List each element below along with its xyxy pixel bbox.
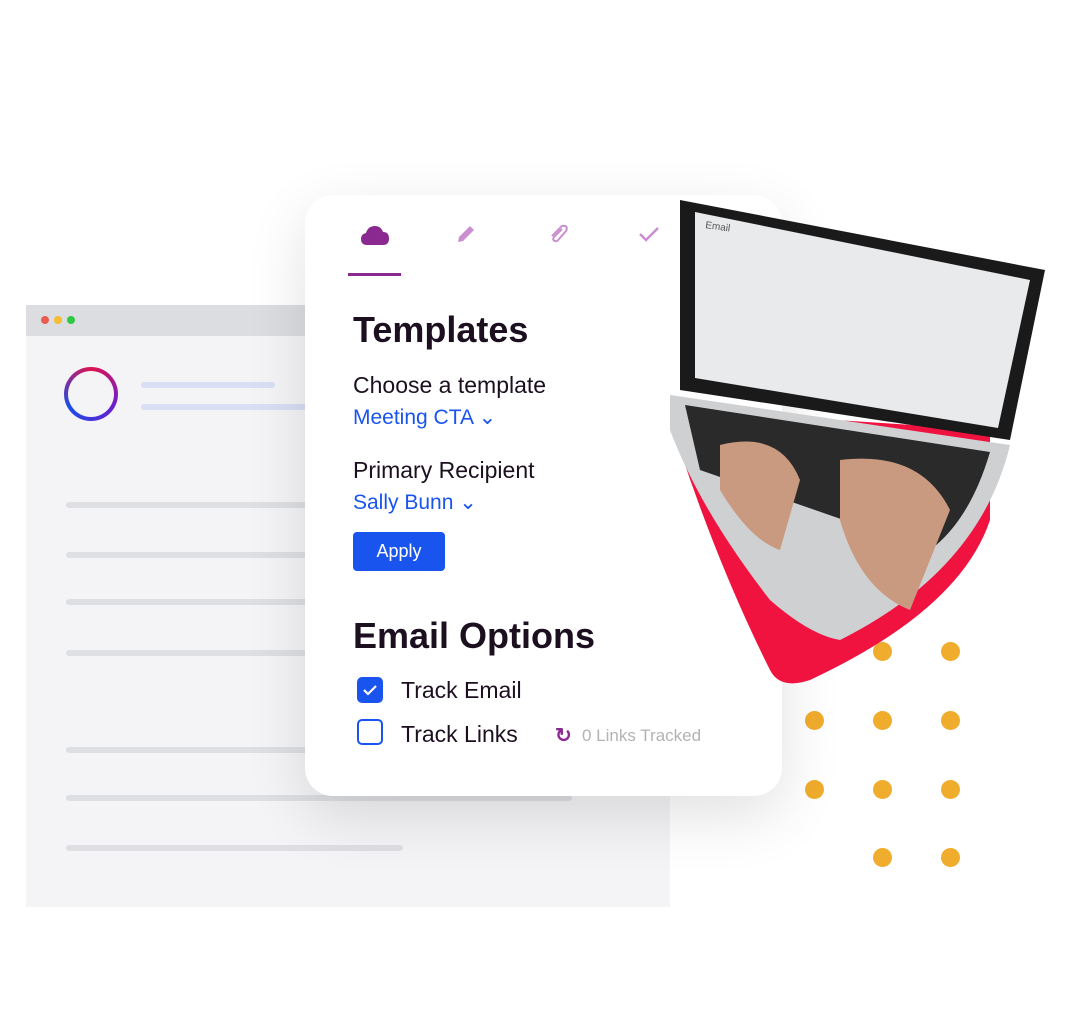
recipient-value: Sally Bunn — [353, 491, 454, 514]
placeholder-line — [66, 747, 326, 753]
links-tracked-count: 0 Links Tracked — [582, 726, 702, 745]
avatar-ring — [64, 367, 118, 421]
close-dot — [41, 316, 49, 324]
dot — [873, 848, 892, 867]
dot — [805, 780, 824, 799]
placeholder-line — [66, 845, 403, 851]
chevron-down-icon: ⌄ — [459, 491, 477, 514]
template-value: Meeting CTA — [353, 406, 473, 429]
recipient-dropdown[interactable]: Sally Bunn ⌄ — [353, 490, 477, 515]
dot — [941, 848, 960, 867]
refresh-icon[interactable]: ↻ — [555, 723, 572, 748]
track-links-label: Track Links — [401, 721, 518, 747]
dot — [805, 711, 824, 730]
dot — [873, 780, 892, 799]
placeholder-line — [66, 650, 326, 656]
checkmark-icon — [363, 685, 377, 696]
primary-recipient-label: Primary Recipient — [353, 457, 535, 483]
check-icon[interactable] — [638, 223, 660, 245]
dot — [941, 780, 960, 799]
track-email-label: Track Email — [401, 677, 522, 703]
dot — [873, 711, 892, 730]
dot — [941, 711, 960, 730]
placeholder-line — [66, 502, 326, 508]
active-tab-indicator — [348, 273, 401, 276]
chevron-down-icon: ⌄ — [478, 406, 497, 429]
paperclip-icon[interactable] — [547, 223, 569, 245]
pencil-icon[interactable] — [455, 223, 477, 245]
maximize-dot — [67, 316, 75, 324]
choose-template-label: Choose a template — [353, 372, 547, 398]
laptop-photo: Email — [670, 200, 1045, 684]
placeholder-line — [66, 599, 326, 605]
placeholder-line — [66, 552, 326, 558]
minimize-dot — [54, 316, 62, 324]
template-dropdown[interactable]: Meeting CTA ⌄ — [353, 405, 496, 430]
templates-heading: Templates — [353, 309, 529, 350]
apply-button[interactable]: Apply — [353, 532, 445, 571]
placeholder-line — [141, 382, 275, 388]
email-options-heading: Email Options — [353, 615, 596, 656]
cloud-icon[interactable] — [360, 223, 390, 247]
placeholder-line — [141, 404, 311, 410]
track-email-checkbox[interactable] — [357, 677, 383, 703]
track-links-checkbox[interactable] — [357, 719, 383, 745]
